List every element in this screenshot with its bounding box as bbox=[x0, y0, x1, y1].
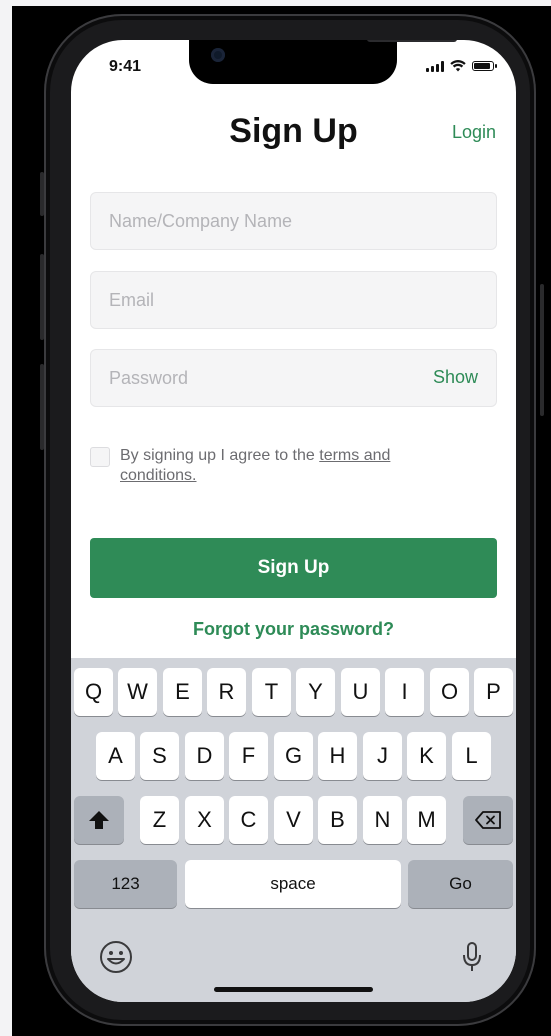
name-field[interactable] bbox=[90, 192, 497, 250]
key-v[interactable]: V bbox=[274, 796, 313, 844]
microphone-icon bbox=[463, 942, 481, 971]
numbers-key[interactable]: 123 bbox=[74, 860, 177, 908]
shift-key[interactable] bbox=[74, 796, 124, 844]
key-s[interactable]: S bbox=[140, 732, 179, 780]
wifi-icon bbox=[450, 60, 466, 72]
side-button-left-2 bbox=[40, 254, 44, 340]
key-c[interactable]: C bbox=[229, 796, 268, 844]
key-i[interactable]: I bbox=[385, 668, 424, 716]
show-password-button[interactable]: Show bbox=[433, 367, 478, 388]
space-key[interactable]: space bbox=[185, 860, 401, 908]
side-button-left-1 bbox=[40, 172, 44, 216]
terms-prefix: By signing up I agree to the bbox=[120, 447, 320, 464]
page-title: Sign Up bbox=[229, 112, 358, 150]
key-l[interactable]: L bbox=[452, 732, 491, 780]
status-time: 9:41 bbox=[109, 58, 142, 75]
side-button-right bbox=[540, 284, 544, 416]
key-k[interactable]: K bbox=[407, 732, 446, 780]
key-o[interactable]: O bbox=[430, 668, 469, 716]
backspace-icon bbox=[475, 811, 501, 829]
email-input[interactable] bbox=[91, 272, 427, 328]
terms-text: By signing up I agree to the terms and c… bbox=[120, 446, 470, 486]
password-input[interactable] bbox=[91, 350, 427, 406]
key-x[interactable]: X bbox=[185, 796, 224, 844]
cellular-signal-icon bbox=[426, 60, 444, 72]
key-t[interactable]: T bbox=[252, 668, 291, 716]
sign-up-button[interactable]: Sign Up bbox=[90, 538, 497, 598]
key-w[interactable]: W bbox=[118, 668, 157, 716]
backspace-key[interactable] bbox=[463, 796, 513, 844]
notch bbox=[189, 40, 457, 84]
terms-checkbox[interactable] bbox=[90, 447, 110, 467]
email-field[interactable] bbox=[90, 271, 497, 329]
password-field[interactable]: Show bbox=[90, 349, 497, 407]
key-f[interactable]: F bbox=[229, 732, 268, 780]
key-q[interactable]: Q bbox=[74, 668, 113, 716]
status-icons bbox=[426, 60, 497, 72]
microphone-button[interactable] bbox=[460, 940, 484, 974]
camera bbox=[211, 48, 225, 62]
speaker bbox=[367, 40, 457, 42]
name-input[interactable] bbox=[91, 193, 427, 249]
key-h[interactable]: H bbox=[318, 732, 357, 780]
key-g[interactable]: G bbox=[274, 732, 313, 780]
emoji-icon bbox=[100, 941, 132, 973]
keyboard: Q W E R T Y U I O P A S D F G H J K L Z … bbox=[71, 658, 516, 1002]
key-p[interactable]: P bbox=[474, 668, 513, 716]
battery-icon bbox=[472, 61, 497, 71]
terms-agreement: By signing up I agree to the terms and c… bbox=[90, 446, 470, 486]
side-button-left-3 bbox=[40, 364, 44, 450]
shift-icon bbox=[89, 811, 109, 829]
key-u[interactable]: U bbox=[341, 668, 380, 716]
go-key[interactable]: Go bbox=[408, 860, 513, 908]
login-link[interactable]: Login bbox=[452, 122, 496, 143]
screen: 9:41 Sign Up Login Show By signing up I … bbox=[71, 40, 516, 1002]
key-r[interactable]: R bbox=[207, 668, 246, 716]
key-z[interactable]: Z bbox=[140, 796, 179, 844]
key-j[interactable]: J bbox=[363, 732, 402, 780]
key-d[interactable]: D bbox=[185, 732, 224, 780]
home-indicator bbox=[214, 987, 373, 992]
key-a[interactable]: A bbox=[96, 732, 135, 780]
key-y[interactable]: Y bbox=[296, 668, 335, 716]
forgot-password-link[interactable]: Forgot your password? bbox=[71, 619, 516, 640]
key-b[interactable]: B bbox=[318, 796, 357, 844]
key-n[interactable]: N bbox=[363, 796, 402, 844]
emoji-button[interactable] bbox=[99, 940, 133, 974]
key-e[interactable]: E bbox=[163, 668, 202, 716]
key-m[interactable]: M bbox=[407, 796, 446, 844]
